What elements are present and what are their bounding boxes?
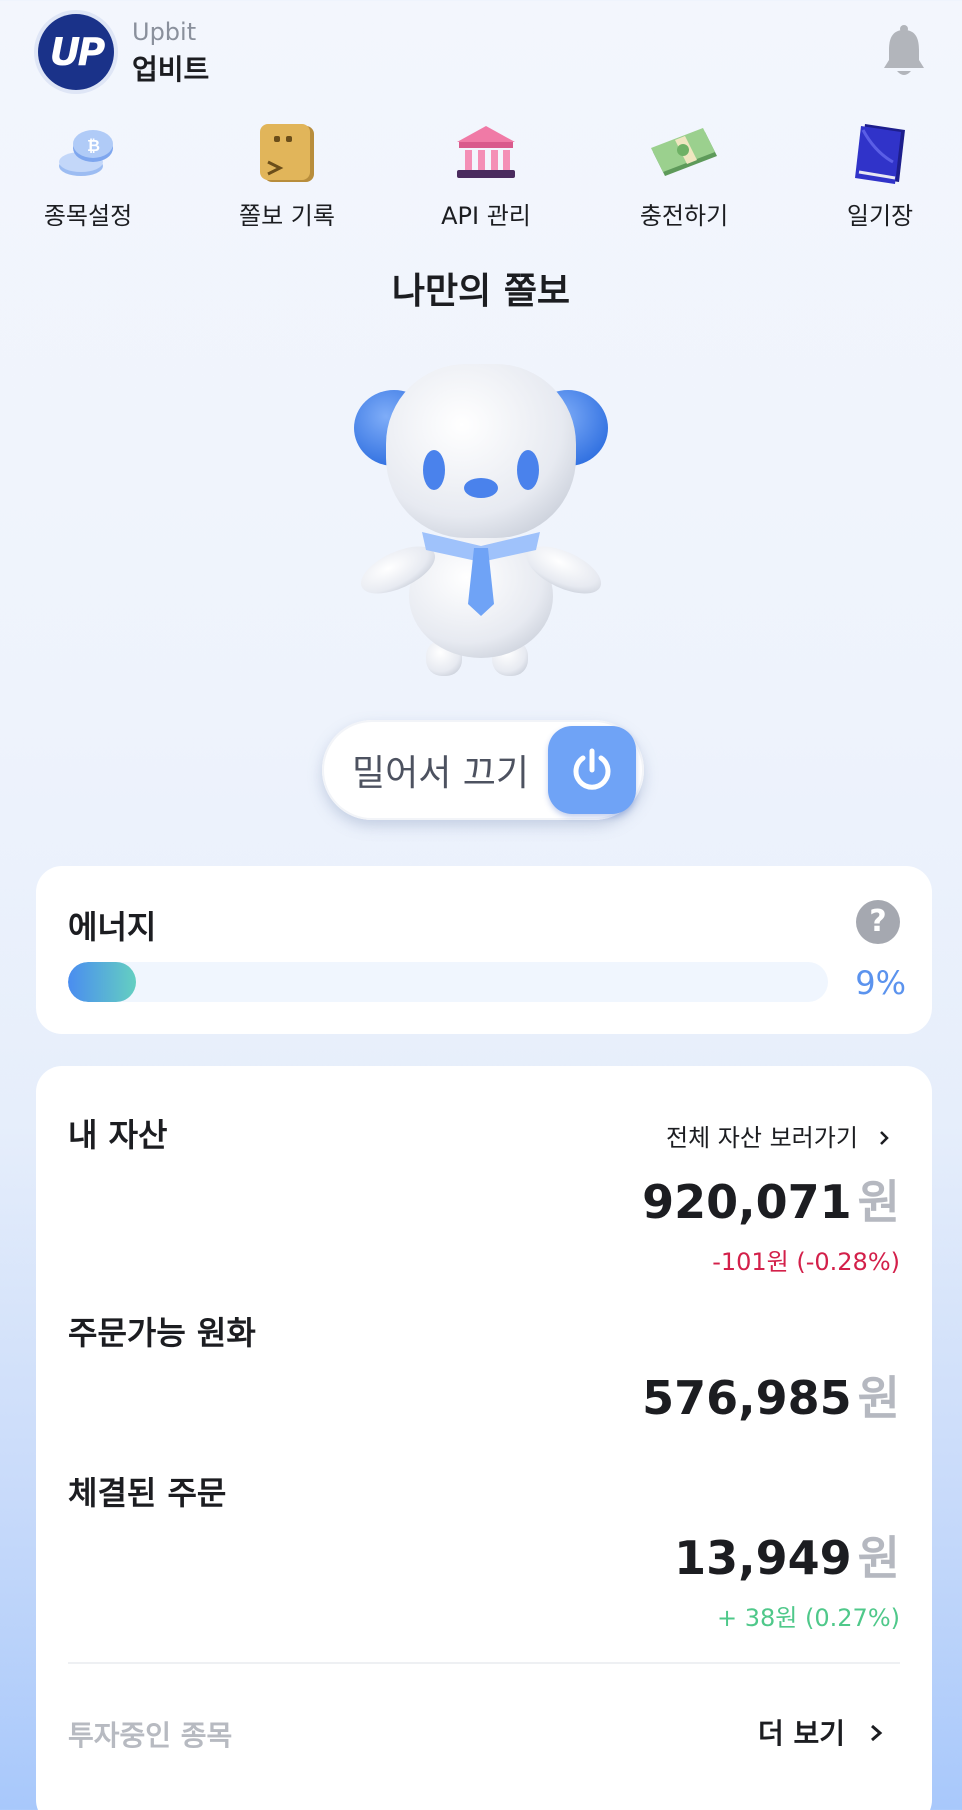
diary-icon [845,122,915,186]
filled-orders-change: + 38원 (0.27%) [717,1604,900,1632]
my-assets-label: 내 자산 [68,1116,168,1154]
brand-name-ko: 업비트 [132,53,210,86]
currency-unit: 원 [857,1175,900,1229]
currency-unit: 원 [857,1531,900,1585]
energy-progress-fill [68,962,137,1002]
menu-item-history[interactable]: 쫄보 기록 [197,118,377,230]
filled-orders-value: 13,949 [674,1531,852,1585]
divider [68,1662,900,1664]
available-krw-label: 주문가능 원화 [68,1314,256,1352]
available-krw-amount: 576,985 원 [642,1362,900,1428]
chevron-right-icon [878,1124,890,1152]
energy-title: 에너지 [68,908,157,946]
svg-text:₿: ₿ [87,136,100,155]
see-all-assets-link[interactable]: 전체 자산 보러가기 [666,1118,890,1153]
bank-icon [451,122,521,186]
investing-label: 투자중인 종목 [68,1719,233,1752]
slide-label: 밀어서 끄기 [352,753,530,794]
bell-icon[interactable] [880,24,928,80]
more-button[interactable]: 더 보기 [758,1712,883,1752]
menu-item-stock-settings[interactable]: ₿ 종목설정 [0,118,178,230]
energy-progress-bar [68,962,828,1002]
section-title: 나만의 쫄보 [391,271,571,312]
menu-item-diary[interactable]: 일기장 [790,118,962,230]
character-illustration[interactable] [350,360,612,680]
chevron-right-icon [869,1717,883,1750]
box-icon [252,122,322,186]
quick-menu: ₿ 종목설정 쫄보 기록 API 관리 충전하기 일기장 [0,118,962,230]
assets-card: 내 자산 전체 자산 보러가기 920,071 원 -101원 (-0.28%) … [36,1066,932,1810]
total-asset-change: -101원 (-0.28%) [712,1248,900,1276]
energy-percent: 9% [855,964,906,1002]
cash-icon [649,122,719,186]
power-icon[interactable] [548,726,636,814]
app-header: UP Upbit 업비트 [0,0,962,105]
more-label: 더 보기 [758,1717,846,1750]
menu-label: 종목설정 [43,202,133,230]
slide-to-turn-off[interactable]: 밀어서 끄기 [322,720,644,820]
see-all-label: 전체 자산 보러가기 [666,1124,858,1152]
menu-label: 쫄보 기록 [239,202,335,230]
brand-name-en: Upbit [132,18,197,46]
menu-label: 충전하기 [639,202,729,230]
help-icon[interactable]: ? [856,900,900,944]
available-krw-value: 576,985 [642,1371,852,1425]
menu-item-charge[interactable]: 충전하기 [594,118,774,230]
upbit-logo[interactable]: UP [38,14,114,90]
filled-orders-label: 체결된 주문 [68,1474,227,1512]
menu-label: API 관리 [441,202,531,230]
coins-icon: ₿ [53,122,123,186]
menu-item-api[interactable]: API 관리 [396,118,576,230]
menu-label: 일기장 [846,202,914,230]
total-asset-value: 920,071 [642,1175,852,1229]
filled-orders-amount: 13,949 원 [674,1522,900,1588]
currency-unit: 원 [857,1371,900,1425]
energy-card: 에너지 ? 9% [36,866,932,1034]
total-asset-amount: 920,071 원 [642,1166,900,1232]
